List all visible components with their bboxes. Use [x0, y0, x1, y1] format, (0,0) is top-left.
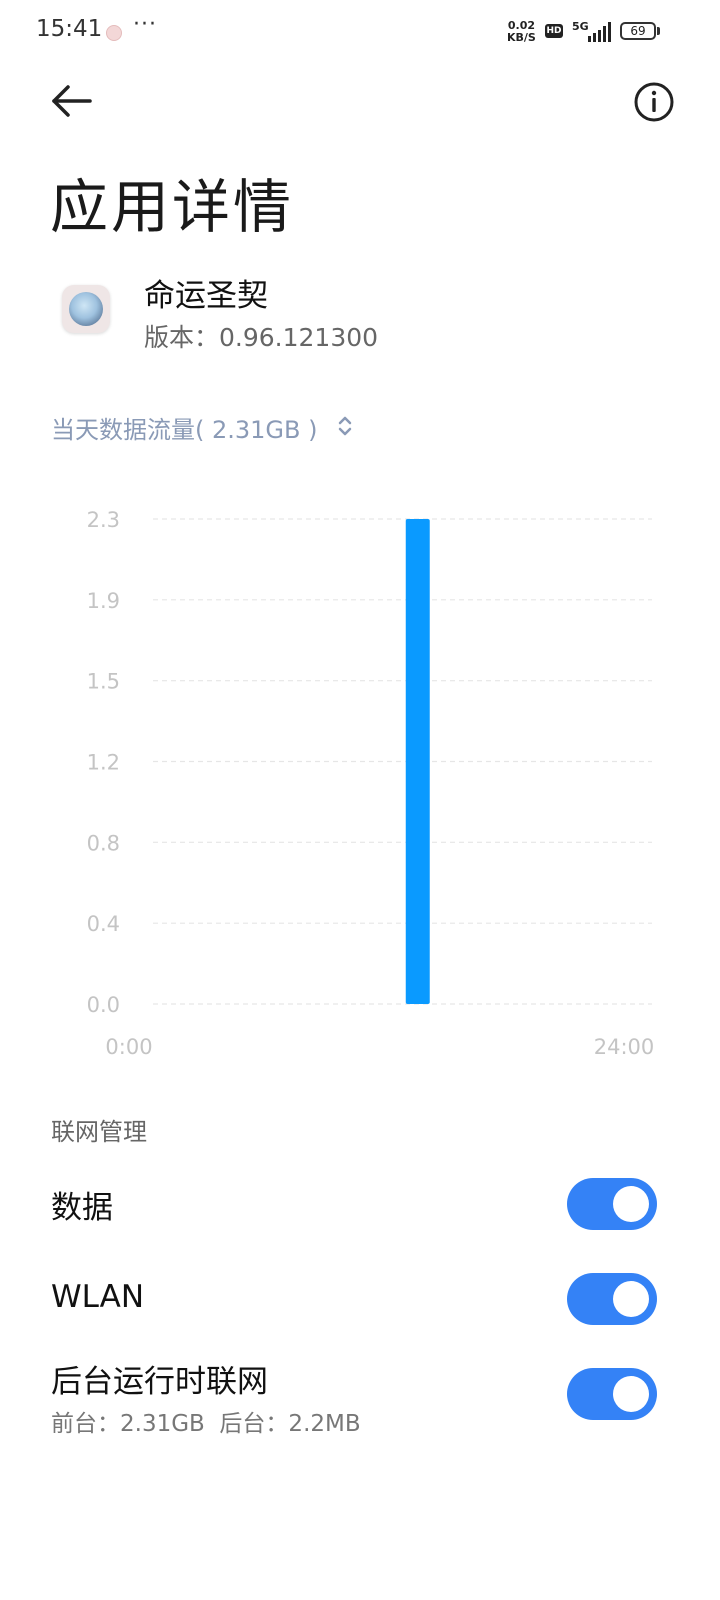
row-mobile-data: 数据: [0, 1160, 720, 1250]
info-circle-icon: [634, 82, 674, 122]
y-tick-label: 2.3: [87, 508, 120, 532]
row-background-network: 后台运行时联网 前台：2.31GB 后台：2.2MB: [0, 1350, 720, 1450]
app-version: 版本：0.96.121300: [144, 323, 379, 352]
toggle-knob: [613, 1281, 649, 1317]
hd-badge: HD: [545, 24, 563, 38]
y-tick-label: 1.2: [87, 751, 120, 775]
wlan-toggle[interactable]: [567, 1273, 657, 1325]
data-usage-selector[interactable]: 当天数据流量( 2.31GB ): [51, 410, 317, 445]
background-network-toggle[interactable]: [567, 1368, 657, 1420]
usage-bar: [405, 519, 430, 1004]
x-tick-label: 0:00: [105, 1035, 152, 1059]
mobile-data-toggle[interactable]: [567, 1178, 657, 1230]
y-tick-label: 0.4: [87, 912, 120, 936]
mobile-data-label: 数据: [51, 1190, 113, 1226]
y-tick-label: 1.5: [87, 670, 120, 694]
net-speed-unit: KB/S: [507, 31, 536, 44]
info-button[interactable]: [632, 80, 676, 124]
status-time: 15:41: [36, 16, 103, 42]
y-tick-label: 0.8: [87, 831, 120, 855]
foreground-background-usage: 前台：2.31GB 后台：2.2MB: [51, 1411, 361, 1437]
notification-app-icon: [106, 25, 122, 41]
wlan-label: WLAN: [51, 1279, 145, 1315]
page-title: 应用详情: [50, 173, 295, 241]
y-tick-label: 1.9: [87, 589, 120, 613]
more-notifications-icon: ···: [133, 12, 157, 37]
x-tick-label: 24:00: [594, 1035, 655, 1059]
battery-tip: [657, 27, 660, 35]
battery-icon: 69: [620, 22, 656, 40]
net-speed: 0.02 KB/S: [507, 20, 536, 44]
signal-strength-icon: [588, 22, 611, 42]
back-button[interactable]: [44, 78, 100, 124]
y-tick-label: 0.0: [87, 993, 120, 1017]
data-usage-chart: 2.3 1.9 1.5 1.2 0.8 0.4 0.0 0:00 24:00: [87, 508, 655, 1059]
arrow-left-icon: [52, 85, 92, 117]
chevron-up-down-icon[interactable]: [336, 412, 354, 440]
row-wlan: WLAN: [0, 1255, 720, 1345]
app-icon-artwork: [69, 292, 103, 326]
background-network-label: 后台运行时联网: [51, 1364, 268, 1400]
network-management-title: 联网管理: [51, 1118, 147, 1146]
toggle-knob: [613, 1376, 649, 1412]
toggle-knob: [613, 1186, 649, 1222]
app-icon: [62, 285, 110, 333]
app-name: 命运圣契: [144, 278, 268, 314]
